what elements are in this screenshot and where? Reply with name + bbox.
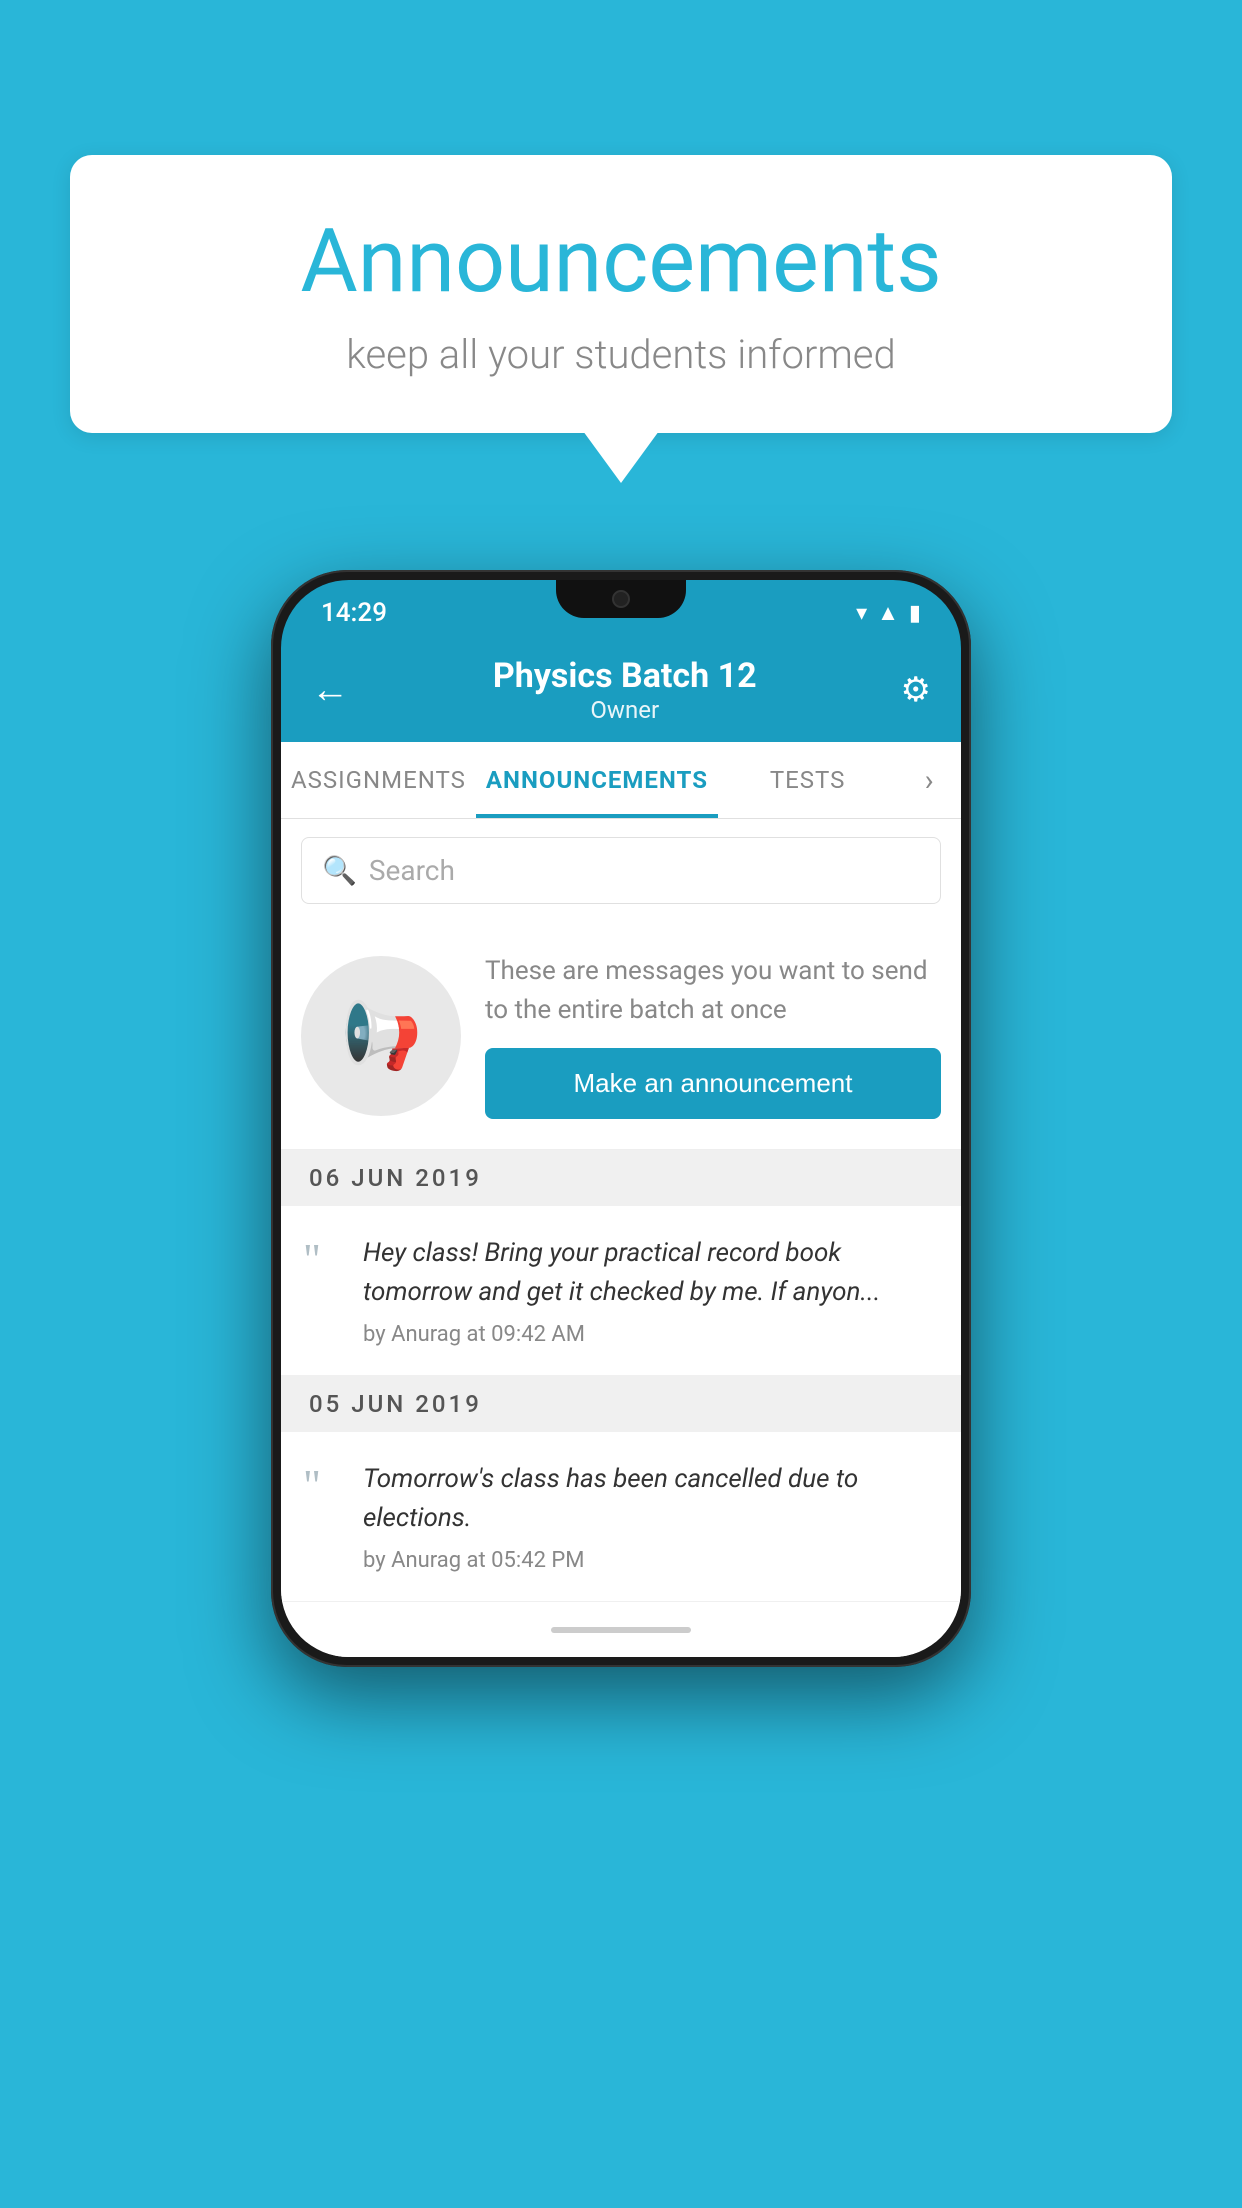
search-icon: 🔍 (322, 854, 357, 887)
announcement-content-1: Hey class! Bring your practical record b… (363, 1234, 939, 1347)
wifi-icon: ▾ (856, 601, 867, 626)
date-divider-2: 05 JUN 2019 (281, 1376, 961, 1432)
phone-outer: 14:29 ▾ ▲ ▮ ← Physics Batch 12 Owner ⚙ (271, 570, 971, 1667)
announcement-icon-circle: 📢 (301, 956, 461, 1116)
settings-button[interactable]: ⚙ (901, 670, 931, 710)
phone-notch (556, 580, 686, 618)
speech-bubble-arrow (583, 431, 659, 483)
date-label-2: 05 JUN 2019 (309, 1390, 482, 1418)
quote-icon-2: " (303, 1464, 343, 1573)
header-title-area: Physics Batch 12 Owner (349, 656, 901, 724)
empty-state-content: These are messages you want to send to t… (485, 952, 941, 1119)
phone-bottom-bar (281, 1602, 961, 1657)
speech-bubble: Announcements keep all your students inf… (70, 155, 1172, 433)
announcement-author-1: by Anurag at 09:42 AM (363, 1322, 939, 1347)
search-placeholder: Search (369, 854, 455, 887)
announcement-text-2: Tomorrow's class has been cancelled due … (363, 1460, 939, 1538)
announcement-content-2: Tomorrow's class has been cancelled due … (363, 1460, 939, 1573)
speech-bubble-title: Announcements (130, 210, 1112, 313)
back-button[interactable]: ← (311, 668, 349, 712)
status-icons: ▾ ▲ ▮ (856, 600, 921, 626)
date-divider-1: 06 JUN 2019 (281, 1150, 961, 1206)
speech-bubble-section: Announcements keep all your students inf… (70, 155, 1172, 483)
screen-content: 🔍 Search 📢 These are messages you want t… (281, 819, 961, 1657)
announcement-item-2[interactable]: " Tomorrow's class has been cancelled du… (281, 1432, 961, 1602)
tab-assignments[interactable]: ASSIGNMENTS (281, 742, 476, 818)
signal-icon: ▲ (877, 600, 899, 626)
make-announcement-button[interactable]: Make an announcement (485, 1048, 941, 1119)
home-indicator (551, 1627, 691, 1633)
announcement-author-2: by Anurag at 05:42 PM (363, 1548, 939, 1573)
phone-mockup: 14:29 ▾ ▲ ▮ ← Physics Batch 12 Owner ⚙ (271, 570, 971, 1667)
megaphone-icon: 📢 (341, 998, 422, 1074)
announcement-text-1: Hey class! Bring your practical record b… (363, 1234, 939, 1312)
batch-subtitle: Owner (349, 696, 901, 724)
app-header: ← Physics Batch 12 Owner ⚙ (281, 638, 961, 742)
phone-inner: 14:29 ▾ ▲ ▮ ← Physics Batch 12 Owner ⚙ (281, 580, 961, 1657)
tab-bar: ASSIGNMENTS ANNOUNCEMENTS TESTS › (281, 742, 961, 819)
announcement-item-1[interactable]: " Hey class! Bring your practical record… (281, 1206, 961, 1376)
empty-state-section: 📢 These are messages you want to send to… (281, 922, 961, 1150)
front-camera (612, 590, 630, 608)
quote-icon-1: " (303, 1238, 343, 1347)
search-box[interactable]: 🔍 Search (301, 837, 941, 904)
search-container: 🔍 Search (281, 819, 961, 922)
batch-title: Physics Batch 12 (349, 656, 901, 696)
empty-state-description: These are messages you want to send to t… (485, 952, 941, 1030)
tab-announcements[interactable]: ANNOUNCEMENTS (476, 742, 718, 818)
speech-bubble-subtitle: keep all your students informed (130, 331, 1112, 378)
tab-tests[interactable]: TESTS (718, 742, 897, 818)
battery-icon: ▮ (909, 601, 921, 626)
status-time: 14:29 (321, 598, 387, 628)
date-label-1: 06 JUN 2019 (309, 1164, 482, 1192)
tab-more-button[interactable]: › (897, 742, 961, 818)
